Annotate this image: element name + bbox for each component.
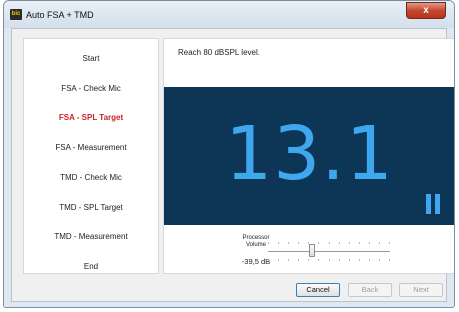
step-fsa-check-mic: FSA - Check Mic (61, 84, 121, 93)
step-fsa-measurement: FSA - Measurement (55, 143, 127, 152)
close-button[interactable]: x (406, 2, 446, 19)
slider-tick (349, 259, 350, 261)
step-start: Start (82, 54, 100, 63)
volume-slider[interactable] (268, 236, 390, 266)
slider-tick (359, 242, 360, 244)
steps-panel: Start FSA - Check Mic FSA - SPL Target F… (23, 38, 159, 274)
spl-readout: 13.1 (225, 111, 394, 197)
slider-tick (389, 259, 390, 261)
slider-tick (379, 242, 380, 244)
slider-tick (278, 242, 279, 244)
slider-tick (369, 259, 370, 261)
cancel-button[interactable]: Cancel (296, 283, 340, 297)
slider-tick (268, 242, 269, 244)
slider-tick (369, 242, 370, 244)
main-panel: Reach 80 dBSPL level. 13.1 Processor Vol… (163, 38, 454, 274)
slider-tick (268, 259, 269, 261)
pause-icon[interactable] (426, 194, 441, 214)
slider-tick (329, 242, 330, 244)
slider-tick (318, 242, 319, 244)
app-icon: bic (10, 9, 22, 20)
slider-tick (278, 259, 279, 261)
step-tmd-spl-target: TMD - SPL Target (59, 203, 123, 212)
dialog-content: Start FSA - Check Mic FSA - SPL Target F… (11, 28, 454, 302)
title-bar[interactable]: bic Auto FSA + TMD x (4, 1, 454, 28)
slider-tick (379, 259, 380, 261)
slider-thumb[interactable] (309, 244, 315, 257)
slider-tick (298, 259, 299, 261)
window-title: Auto FSA + TMD (26, 10, 94, 20)
slider-tick (288, 259, 289, 261)
step-tmd-check-mic: TMD - Check Mic (60, 173, 122, 182)
next-button[interactable]: Next (399, 283, 443, 297)
slider-tick (339, 242, 340, 244)
dialog-window: bic Auto FSA + TMD x Start FSA - Check M… (3, 0, 455, 308)
back-button[interactable]: Back (348, 283, 392, 297)
slider-tick (349, 242, 350, 244)
slider-tick (359, 259, 360, 261)
slider-tick (339, 259, 340, 261)
slider-tick (308, 259, 309, 261)
instruction-text: Reach 80 dBSPL level. (178, 48, 260, 57)
step-fsa-spl-target: FSA - SPL Target (58, 113, 124, 122)
slider-tick (298, 242, 299, 244)
slider-track (268, 251, 390, 252)
slider-tick (308, 242, 309, 244)
slider-tick (329, 259, 330, 261)
spl-display: 13.1 (164, 87, 454, 225)
step-end: End (83, 262, 99, 271)
slider-tick (288, 242, 289, 244)
step-tmd-measurement: TMD - Measurement (54, 232, 128, 241)
slider-tick (389, 242, 390, 244)
slider-tick (318, 259, 319, 261)
